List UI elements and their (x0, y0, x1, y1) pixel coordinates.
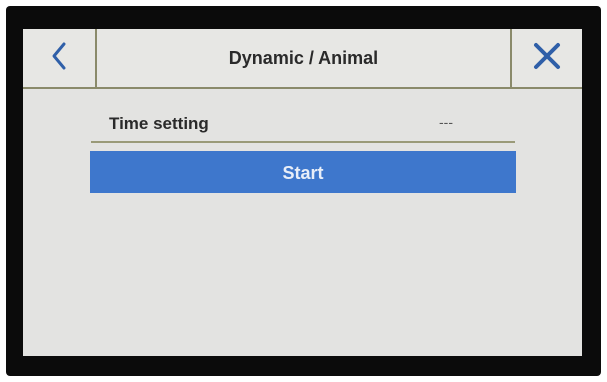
close-icon (532, 41, 562, 76)
back-button[interactable] (23, 29, 97, 87)
start-button[interactable]: Start (90, 151, 516, 193)
page-title: Dynamic / Animal (228, 48, 379, 68)
time-setting-label: Time setting (109, 114, 209, 133)
title-bar: Dynamic / Animal (23, 29, 582, 89)
close-button[interactable] (510, 29, 582, 87)
chevron-left-icon (50, 41, 68, 76)
time-setting-row[interactable]: Time setting --- (91, 109, 515, 143)
time-setting-value: --- (439, 114, 453, 130)
touch-screen: Dynamic / Animal Time setting --- Start (23, 29, 582, 356)
